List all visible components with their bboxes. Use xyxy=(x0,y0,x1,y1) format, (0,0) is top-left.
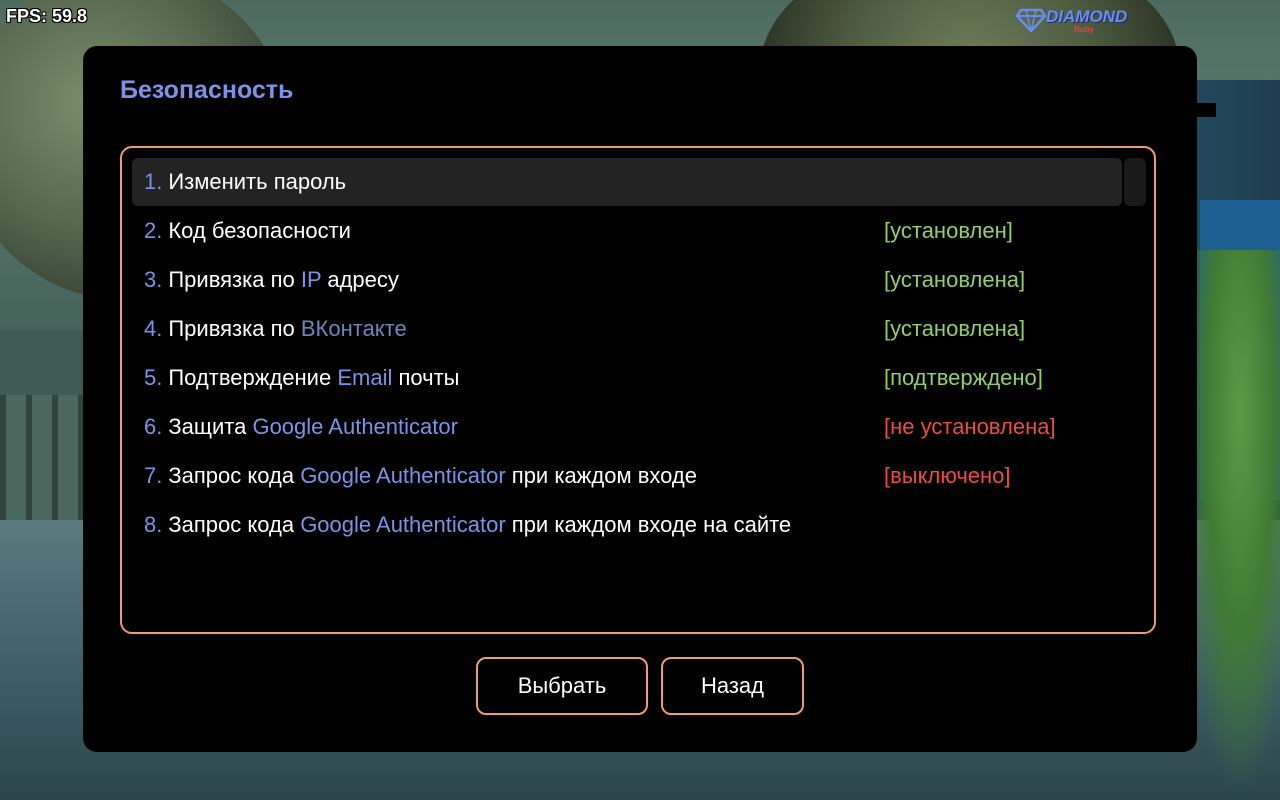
list-item[interactable]: 6. Защита Google Authenticator [не установ… xyxy=(132,403,1122,451)
list-item[interactable]: 4. Привязка по ВКонтакте [установлена] xyxy=(132,305,1122,353)
item-label-text: Изменить пароль xyxy=(168,169,347,194)
item-number: 2. xyxy=(144,218,163,243)
select-button[interactable]: Выбрать xyxy=(476,657,648,715)
item-label-text: Код безопасности xyxy=(168,218,351,243)
options-list: 1. Изменить пароль 2. Код безопасности [уста… xyxy=(120,146,1156,634)
list-item[interactable]: 2. Код безопасности [установлен] xyxy=(132,207,1122,255)
item-label-highlight: Email xyxy=(337,365,393,390)
logo-server: Ruby xyxy=(1074,25,1094,34)
item-label: Привязка по ВКонтакте xyxy=(168,316,406,342)
item-label-text: Запрос кода xyxy=(168,463,301,488)
item-number: 5. xyxy=(144,365,163,390)
status-badge: [установлена] xyxy=(884,316,1026,341)
item-label: Код безопасности xyxy=(168,218,351,244)
item-label-text: Привязка по xyxy=(168,267,301,292)
status-badge: [подтверждено] xyxy=(884,365,1043,390)
list-item[interactable]: 8. Запрос кода Google Authenticator при к… xyxy=(132,501,1122,549)
item-label-highlight: Google Authenticator xyxy=(300,463,506,488)
item-label-text: почты xyxy=(392,365,460,390)
server-logo: DIAMOND Ruby xyxy=(1016,4,1136,34)
dialog-title: Безопасность xyxy=(120,76,294,104)
fps-counter: FPS: 59.8 xyxy=(6,6,88,26)
item-label-text: адресу xyxy=(321,267,399,292)
item-label-highlight: Google Authenticator xyxy=(252,414,458,439)
item-label: Изменить пароль xyxy=(168,169,346,195)
diamond-icon xyxy=(1016,8,1046,32)
logo-name: DIAMOND xyxy=(1046,7,1128,26)
item-label: Подтверждение Email почты xyxy=(168,365,459,391)
status-badge: [выключено] xyxy=(884,463,1011,488)
back-button[interactable]: Назад xyxy=(661,657,804,715)
list-item[interactable]: 1. Изменить пароль xyxy=(132,158,1122,206)
item-number: 4. xyxy=(144,316,163,341)
item-label-text: Защита xyxy=(168,414,253,439)
status-badge: [установлен] xyxy=(884,218,1013,243)
item-number: 8. xyxy=(144,512,163,537)
security-dialog: Безопасность 1. Изменить пароль 2. Код безо… xyxy=(83,46,1197,752)
item-number: 7. xyxy=(144,463,163,488)
item-label: Запрос кода Google Authenticator при каж… xyxy=(168,512,791,538)
item-label-highlight: IP xyxy=(300,267,322,292)
item-label-highlight: ВКонтакте xyxy=(300,316,407,341)
status-badge: [не установлена] xyxy=(884,414,1056,439)
scrollbar[interactable] xyxy=(1124,158,1146,206)
item-label: Защита Google Authenticator xyxy=(168,414,458,440)
item-label: Привязка по IP адресу xyxy=(168,267,399,293)
list-item[interactable]: 5. Подтверждение Email почты [подтверждено… xyxy=(132,354,1122,402)
item-label-text: при каждом входе на сайте xyxy=(505,512,792,537)
item-label-text: Привязка по xyxy=(168,316,301,341)
list-item[interactable]: 7. Запрос кода Google Authenticator при к… xyxy=(132,452,1122,500)
item-number: 1. xyxy=(144,169,163,194)
item-label-text: Подтверждение xyxy=(168,365,338,390)
item-number: 3. xyxy=(144,267,163,292)
item-label: Запрос кода Google Authenticator при каж… xyxy=(168,463,697,489)
item-label-text: Запрос кода xyxy=(168,512,301,537)
list-item[interactable]: 3. Привязка по IP адресу [установлена] xyxy=(132,256,1122,304)
item-label-highlight: Google Authenticator xyxy=(300,512,506,537)
item-label-text: при каждом входе xyxy=(505,463,697,488)
status-badge: [установлена] xyxy=(884,267,1026,292)
item-number: 6. xyxy=(144,414,163,439)
